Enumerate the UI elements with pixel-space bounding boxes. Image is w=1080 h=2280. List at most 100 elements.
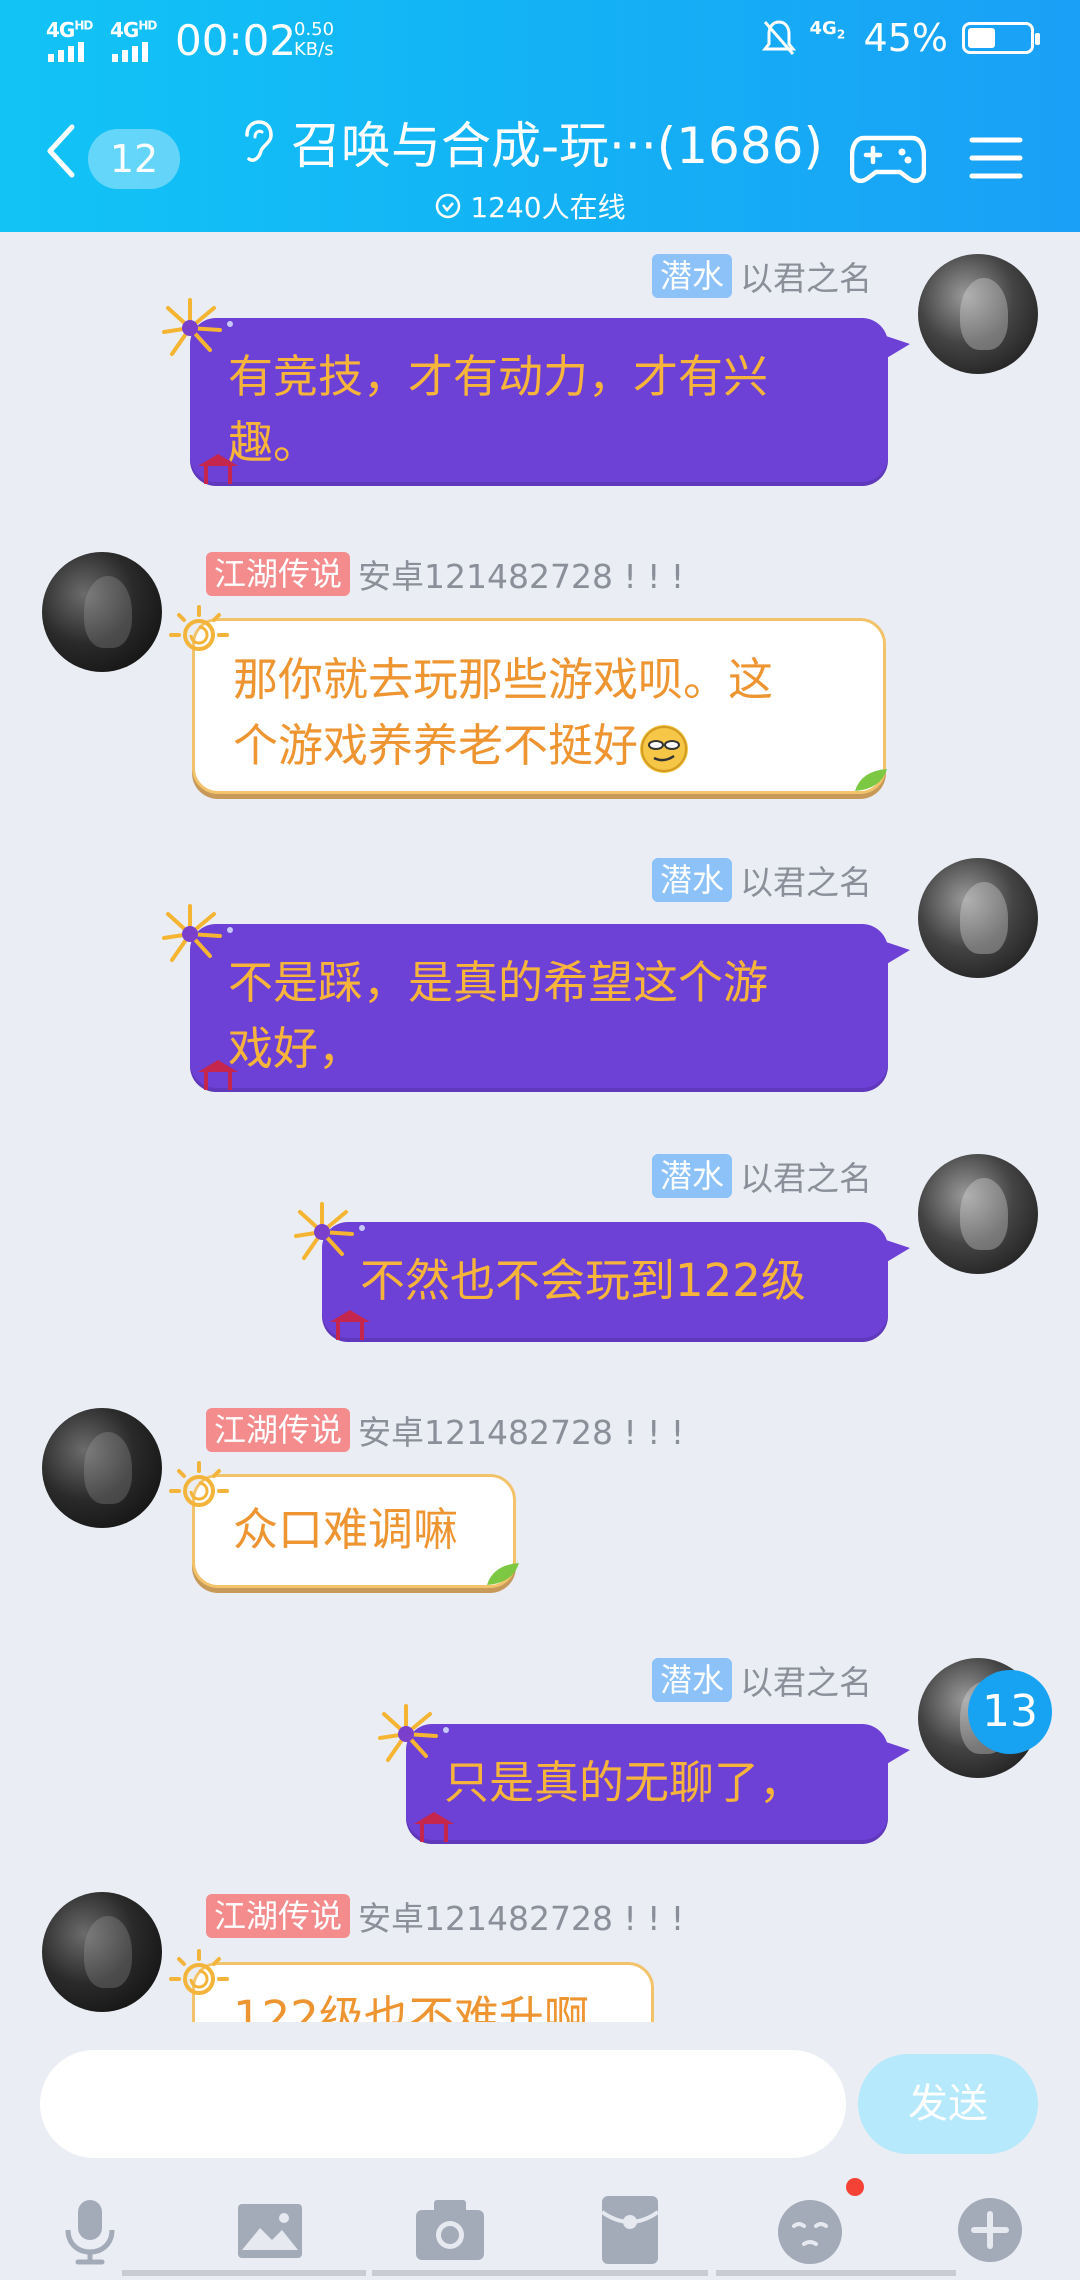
message-bubble[interactable]: 不是踩，是真的希望这个游 戏好， [162,904,910,1092]
chevron-left-icon [44,123,78,190]
message-bubble[interactable]: 众口难调嘛 [169,1461,519,1588]
message-line: 只是真的无聊了， [444,1756,805,1809]
firework-decoration-icon [378,1704,449,1762]
pavilion-decoration-icon [198,454,238,484]
leaf-decoration-icon [487,1563,519,1585]
member-title-badge: 江湖传说 [206,1408,351,1452]
avatar[interactable] [42,1892,162,2012]
message-bubble[interactable]: 只是真的无聊了， [378,1704,910,1844]
group-title: 召唤与合成-玩···(1686) [291,117,823,175]
sender-line: 江湖传说 安卓121482728 ! ! ! [206,550,684,598]
member-title-badge: 江湖传说 [206,552,351,596]
chat-message: 潜水 以君之名 不然也不会玩到122级 [0,1132,1080,1382]
sender-name: 以君之名 [740,863,872,902]
message-input[interactable] [40,2050,846,2158]
sender-name: 安卓121482728 ! ! ! [358,1899,685,1938]
ear-icon [245,120,273,162]
sun-decoration-icon [169,1949,229,1995]
sender-name: 以君之名 [740,259,872,298]
sender-line: 江湖传说 安卓121482728 ! ! ! [206,1892,684,1940]
message-text: 有竞技，才有动力，才有兴 趣。 [190,318,888,496]
chat-message: 潜水 以君之名 只是真的无聊了， [0,1642,1080,1892]
signal-sup: HD [138,18,157,33]
sender-line: 潜水 以君之名 [651,1656,872,1704]
message-bubble[interactable]: 不然也不会玩到122级 [294,1202,910,1342]
group-title-area[interactable]: 召唤与合成-玩···(1686) 1240人在线 [220,106,840,226]
bottom-indicator [122,2270,366,2276]
member-title-badge: 江湖传说 [206,1894,351,1938]
message-line: 趣。 [228,416,319,469]
firework-decoration-icon [162,904,233,962]
gamepad-icon[interactable] [850,126,926,190]
battery-icon [962,22,1040,54]
message-text: 不是踩，是真的希望这个游 戏好， [190,924,888,1102]
avatar[interactable] [42,1408,162,1528]
menu-icon[interactable] [968,134,1024,182]
signal-icon: 4GHD [46,18,93,62]
message-bubble[interactable]: 122级也不难升啊 [169,1949,654,2022]
unread-count-badge: 12 [88,129,180,189]
network-speed: 0.50 KB/s [294,20,334,60]
sender-name: 安卓121482728 ! ! ! [358,1413,685,1452]
check-circle-icon [436,193,461,219]
avatar[interactable] [918,858,1038,978]
message-text: 那你就去玩那些游戏呗。这 个游戏养养老不挺好 [195,621,883,799]
plus-icon[interactable] [952,2192,1028,2268]
message-line: 个游戏养养老不挺好 [233,719,639,772]
member-title-badge: 潜水 [651,254,732,298]
microphone-icon[interactable] [52,2192,128,2268]
online-status: 1240人在线 [220,186,840,226]
red-packet-icon[interactable] [592,2192,668,2268]
message-text: 只是真的无聊了， [406,1724,888,1836]
member-title-badge: 潜水 [651,858,732,902]
chat-message: 江湖传说 安卓121482728 ! ! ! 122级也不难升啊 [0,1892,1080,2022]
message-bubble[interactable]: 那你就去玩那些游戏呗。这 个游戏养养老不挺好 [169,605,887,794]
chat-message: 江湖传说 安卓121482728 ! ! ! 众口难调嘛 [0,1392,1080,1642]
member-title-badge: 潜水 [651,1154,732,1198]
signal-sup: HD [74,18,93,33]
message-line: 戏好， [228,1022,364,1075]
message-line: 众口难调嘛 [233,1503,459,1556]
chat-message: 江湖传说 安卓121482728 ! ! ! 那你就去玩那些游戏呗。这 个游戏养… [0,532,1080,812]
chat-message: 潜水 以君之名 有竞技，才有动力，才有兴 趣。 [0,232,1080,492]
speed-unit: KB/s [294,39,334,60]
back-button[interactable]: 12 [44,124,194,194]
status-bar: 4GHD 4GHD 00:02 0.50 KB/s 4G2 45% [0,0,1080,84]
chat-message-list[interactable]: 潜水 以君之名 有竞技，才有动力，才有兴 趣。 江湖传说 安卓121482728… [0,232,1080,2022]
avatar[interactable] [918,254,1038,374]
network-sub: 2 [836,27,846,42]
message-text: 不然也不会玩到122级 [322,1222,888,1334]
input-toolbar [0,2180,1080,2280]
chat-header: 4GHD 4GHD 00:02 0.50 KB/s 4G2 45% 12 召唤与… [0,0,1080,232]
pavilion-decoration-icon [198,1060,238,1090]
pavilion-decoration-icon [414,1812,454,1842]
battery-fill [968,28,995,48]
status-right: 4G2 45% [761,16,1040,60]
message-line: 不然也不会玩到122级 [360,1254,806,1307]
sender-name: 以君之名 [740,1159,872,1198]
navigation-bar: 12 召唤与合成-玩···(1686) 1240人在线 [0,84,1080,232]
avatar[interactable] [918,1154,1038,1274]
message-text: 众口难调嘛 [195,1477,513,1583]
image-icon[interactable] [232,2192,308,2268]
avatar[interactable] [42,552,162,672]
firework-decoration-icon [294,1202,365,1260]
message-line: 那你就去玩那些游戏呗。这 [233,653,774,706]
alarm-off-icon [761,20,796,55]
sender-line: 江湖传说 安卓121482728 ! ! ! [206,1406,684,1454]
leaf-decoration-icon [855,769,887,791]
sender-line: 潜水 以君之名 [651,856,872,904]
new-messages-badge[interactable]: 13 [968,1670,1052,1754]
emoji-icon[interactable] [772,2192,848,2268]
message-bubble[interactable]: 有竞技，才有动力，才有兴 趣。 [162,298,910,486]
send-button[interactable]: 发送 [858,2054,1038,2154]
sender-line: 潜水 以君之名 [651,1152,872,1200]
input-bar: 发送 [0,2022,1080,2280]
firework-decoration-icon [162,298,233,356]
speed-value: 0.50 [294,19,335,40]
clock: 00:02 [175,16,297,65]
sun-decoration-icon [169,605,229,651]
sender-name: 以君之名 [740,1663,872,1702]
camera-icon[interactable] [412,2192,488,2268]
message-line: 不是踩，是真的希望这个游 [228,956,769,1009]
